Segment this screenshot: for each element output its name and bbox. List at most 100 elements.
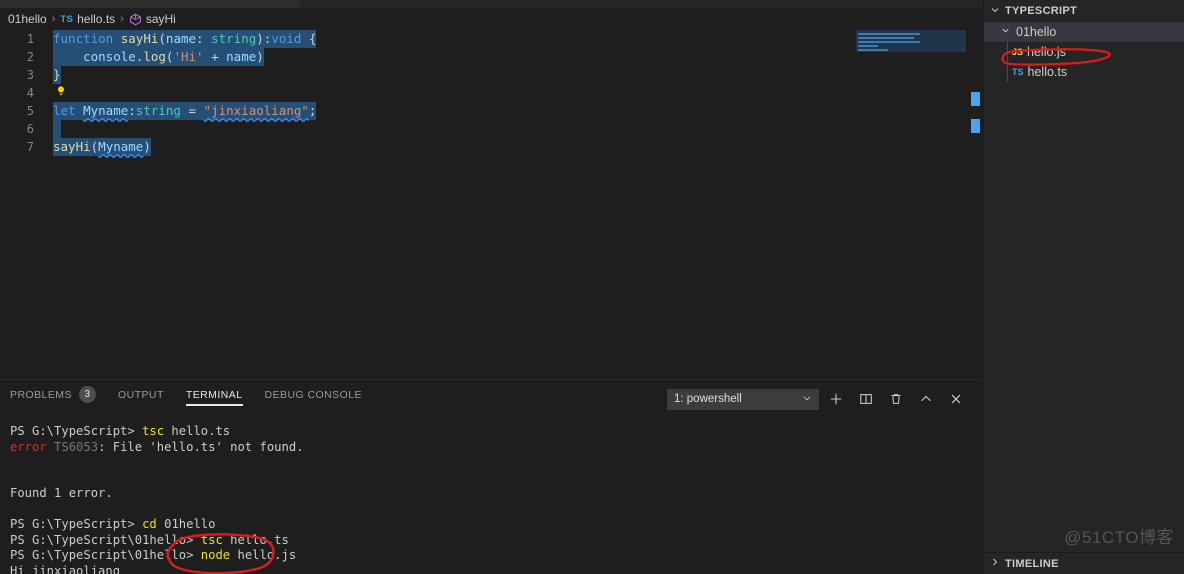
terminal-text: hello.js	[230, 548, 297, 562]
symbol-function-icon	[129, 13, 142, 26]
terminal-line: PS G:\TypeScript\01hello> tsc hello.ts	[10, 533, 983, 549]
code-line[interactable]: 7 sayHi(Myname)	[0, 138, 983, 156]
terminal-text: cd	[142, 517, 157, 531]
minimap-line	[858, 41, 920, 43]
terminal-line	[10, 471, 983, 487]
code-line[interactable]: 2 ····console.log('Hi'·+·name)	[0, 48, 983, 66]
code-line-text: }	[53, 66, 61, 84]
line-number: 1	[26, 32, 34, 46]
minimap-line	[858, 37, 914, 39]
code-token: 'Hi'	[173, 49, 204, 64]
minimap-line	[858, 45, 878, 47]
breadcrumb-file-label: hello.ts	[77, 12, 116, 26]
code-token: :	[196, 31, 204, 46]
code-token: }	[53, 67, 61, 82]
code-token: ·	[75, 103, 84, 118]
editor-overview-ruler[interactable]	[969, 30, 983, 379]
code-line[interactable]: 1 function·sayHi(name:·string):void·{	[0, 30, 983, 48]
tree-item-hello-ts[interactable]: TS hello.ts	[984, 62, 1184, 82]
explorer-section-typescript[interactable]: TYPESCRIPT	[984, 0, 1184, 22]
code-token: let	[53, 103, 76, 118]
main-column: 01hello › TS hello.ts › sayHi 1 function·…	[0, 0, 983, 574]
panel-tab-label: DEBUG CONSOLE	[264, 388, 362, 401]
code-token: ····	[53, 49, 84, 64]
maximize-panel-button[interactable]	[913, 388, 939, 410]
terminal-text: tsc	[142, 424, 165, 438]
code-token: +	[211, 49, 219, 64]
editor-minimap[interactable]	[856, 30, 966, 379]
code-token: sayHi	[53, 139, 91, 154]
panel-tab-label: OUTPUT	[117, 388, 164, 401]
code-line[interactable]: 4	[0, 84, 983, 102]
breadcrumb-file[interactable]: TS hello.ts	[60, 12, 115, 26]
chevron-down-icon[interactable]	[1000, 25, 1012, 39]
close-panel-button[interactable]	[943, 388, 969, 410]
terminal-selector-dropdown[interactable]: 1: powershell	[667, 388, 819, 410]
line-number: 3	[26, 68, 34, 82]
terminal-line	[10, 455, 983, 471]
terminal-line: Hi jinxiaoliang	[10, 564, 983, 574]
code-token: void	[271, 31, 302, 46]
explorer-section-timeline[interactable]: TIMELINE	[984, 552, 1184, 574]
terminal-output[interactable]: PS G:\TypeScript> tsc hello.ts error TS60…	[0, 414, 983, 574]
panel-tab-problems[interactable]: PROBLEMS 3	[10, 386, 96, 408]
tree-item-01hello[interactable]: 01hello	[984, 22, 1184, 42]
terminal-text: PS G:\TypeScript\01hello>	[10, 548, 201, 562]
breadcrumb-folder-label: 01hello	[8, 12, 47, 26]
file-tree: 01hello JS hello.js TS hello.ts	[984, 22, 1184, 82]
overview-ruler-mark	[971, 92, 980, 106]
terminal-line: error TS6053: File 'hello.ts' not found.	[10, 440, 983, 456]
panel-tab-terminal[interactable]: TERMINAL	[185, 389, 243, 406]
panel-tab-label: PROBLEMS	[10, 388, 72, 401]
terminal-text: hello.ts	[222, 532, 289, 547]
terminal-text: : File 'hello.ts' not found.	[98, 439, 304, 454]
terminal-text: tsc	[200, 532, 223, 547]
panel-tab-bar: PROBLEMS 3 OUTPUT TERMINAL DEBUG CONSOLE 1: …	[0, 380, 983, 414]
lightbulb-quickfix-icon[interactable]	[54, 84, 68, 98]
terminal-text: Found 1 error.	[10, 486, 113, 500]
bottom-panel: PROBLEMS 3 OUTPUT TERMINAL DEBUG CONSOLE 1: …	[0, 379, 983, 574]
code-token: ;	[308, 103, 317, 118]
explorer-section-label: TYPESCRIPT	[1005, 5, 1078, 17]
tree-item-hello-js[interactable]: JS hello.js	[984, 42, 1184, 62]
terminal-line: PS G:\TypeScript> cd 01hello	[10, 517, 983, 533]
panel-tab-debug-console[interactable]: DEBUG CONSOLE	[265, 389, 362, 406]
code-line-text: let·Myname:string·=·"jinxiaoliang";	[53, 102, 317, 120]
code-line-text: sayHi(Myname)	[53, 138, 151, 156]
panel-tab-output[interactable]: OUTPUT	[118, 389, 164, 406]
terminal-line: PS G:\TypeScript> tsc hello.ts	[10, 424, 983, 440]
new-terminal-button[interactable]	[823, 388, 849, 410]
breadcrumb-folder[interactable]: 01hello	[8, 12, 47, 26]
code-token: string	[135, 103, 181, 118]
editor-tab-strip	[0, 0, 983, 8]
terminal-text: error	[10, 439, 47, 454]
terminal-text: 01hello	[156, 517, 216, 531]
editor-tab-secondary[interactable]	[866, 0, 983, 8]
explorer-sidebar: TYPESCRIPT 01hello JS hello.js TS hello.ts @…	[983, 0, 1184, 574]
breadcrumb-symbol[interactable]: sayHi	[129, 12, 176, 26]
code-editor[interactable]: 1 function·sayHi(name:·string):void·{2 ···…	[0, 30, 983, 379]
watermark: @51CTO博客	[1064, 528, 1174, 547]
code-lines-container[interactable]: 1 function·sayHi(name:·string):void·{2 ···…	[0, 30, 983, 379]
terminal-selector-value: 1: powershell	[674, 393, 742, 405]
code-token: string	[211, 31, 257, 46]
split-terminal-button[interactable]	[853, 388, 879, 410]
breadcrumb-separator-2: ›	[120, 13, 124, 25]
minimap-line	[858, 33, 920, 35]
javascript-file-icon: JS	[1012, 47, 1024, 57]
terminal-text: PS G:\TypeScript\01hello>	[10, 532, 201, 547]
panel-action-bar: 1: powershell	[667, 388, 969, 410]
code-line[interactable]: 3}	[0, 66, 983, 84]
code-token: {	[308, 31, 317, 46]
kill-terminal-button[interactable]	[883, 388, 909, 410]
editor-tab-active[interactable]	[0, 0, 300, 8]
tree-item-label: 01hello	[1016, 25, 1057, 39]
code-token: ·	[301, 31, 309, 46]
code-line[interactable]: 5 let·Myname:string·=·"jinxiaoliang";	[0, 102, 983, 120]
code-token: )	[256, 49, 264, 64]
code-line[interactable]: 6	[0, 120, 983, 138]
terminal-text: Hi jinxiaoliang	[10, 563, 121, 574]
breadcrumb-symbol-label: sayHi	[145, 12, 176, 26]
